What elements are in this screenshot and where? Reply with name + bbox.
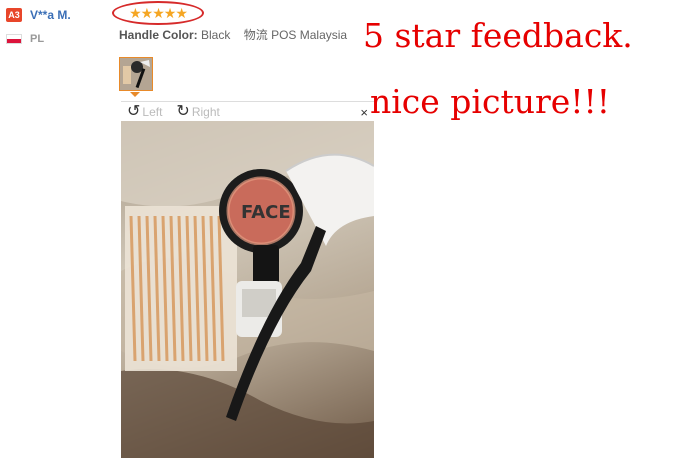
annotation-picture: nice picture!!!	[370, 82, 611, 121]
photo-thumbnail[interactable]	[119, 57, 153, 91]
rotate-left-button[interactable]: ↺ Left	[127, 104, 162, 120]
rotate-right-icon: ↻	[176, 103, 190, 120]
reviewer-name[interactable]: V**a M.	[30, 8, 71, 22]
close-icon[interactable]: ×	[360, 105, 368, 120]
star-rating: ★★★★★	[129, 5, 188, 21]
review-photo: FACE	[121, 121, 374, 458]
rotate-right-button[interactable]: ↻ Right	[176, 104, 219, 120]
rotate-right-label: Right	[191, 105, 220, 119]
review-attributes: Handle Color: Black 物流 POS Malaysia	[119, 26, 347, 43]
attribute-value: Black	[201, 28, 231, 42]
rotate-left-icon: ↺	[127, 103, 141, 120]
compact-label: FACE	[241, 202, 291, 223]
image-viewer-toolbar: ↺ Left ↻ Right ×	[121, 101, 374, 122]
level-badge: A3	[6, 8, 22, 22]
reviewer-country: PL	[30, 33, 45, 45]
shipping-value: POS Malaysia	[271, 28, 348, 42]
reviewer-row: A3 V**a M.	[6, 6, 111, 24]
poland-flag-icon	[6, 34, 22, 44]
annotation-feedback: 5 star feedback.	[363, 16, 633, 55]
rotate-left-label: Left	[142, 105, 163, 119]
reviewer-panel: A3 V**a M. PL	[6, 6, 111, 54]
shipping-label: 物流	[243, 28, 268, 42]
attribute-label: Handle Color:	[119, 28, 198, 42]
country-row: PL	[6, 30, 111, 48]
star-rating-circled: ★★★★★	[112, 1, 204, 25]
thumbnail-selected-caret	[130, 92, 140, 97]
